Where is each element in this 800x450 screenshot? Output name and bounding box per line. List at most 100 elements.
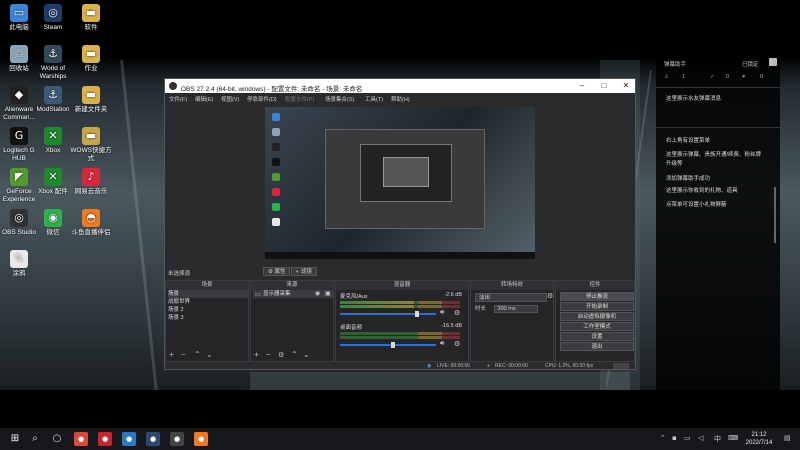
windows-start-icon[interactable]: ⊞: [8, 432, 22, 446]
volume-icon[interactable]: ◁: [698, 434, 703, 442]
start-recording-button[interactable]: 开始录制: [560, 302, 634, 311]
computer-icon: ▭: [10, 4, 28, 22]
menu-tools[interactable]: 工具(T): [365, 95, 383, 103]
desktop-volume-knob[interactable]: [390, 342, 395, 348]
scene-item[interactable]: 场景: [168, 290, 248, 298]
lock-icon[interactable]: [769, 58, 777, 66]
chat-message: 右上角有设置菜单: [666, 138, 711, 144]
cortana-icon[interactable]: ○: [50, 432, 64, 446]
stop-streaming-button[interactable]: 停止推流: [560, 292, 634, 301]
ime-indicator[interactable]: 中: [714, 434, 721, 444]
move-down-icon[interactable]: ⌄: [206, 350, 213, 359]
move-up-icon[interactable]: ⌃: [291, 350, 298, 359]
gear-icon[interactable]: ⚙: [454, 340, 460, 348]
sources-header: 来源: [251, 281, 333, 290]
scene-item[interactable]: 场景 2: [168, 306, 248, 314]
desktop-shortcut[interactable]: ▬ 软件: [68, 4, 114, 32]
desktop-shortcut[interactable]: ▬ 作业: [68, 45, 114, 73]
filters-button[interactable]: ◐ 滤镜: [291, 267, 317, 276]
source-toolbar: 未选择源 ⚙ 属性 ◐ 滤镜: [165, 265, 635, 278]
menu-edit[interactable]: 编辑(E): [195, 95, 213, 103]
menu-view[interactable]: 视图(V): [221, 95, 239, 103]
transition-duration: 时长 300 ms: [475, 305, 547, 314]
lock-status[interactable]: 已锁定: [742, 60, 759, 68]
obs-logo-icon: [169, 82, 177, 90]
nested-obs-preview-3: [383, 157, 429, 187]
minimize-icon[interactable]: –: [575, 81, 589, 91]
eye-icon[interactable]: ◉: [315, 290, 320, 297]
controls-header: 控件: [556, 281, 634, 290]
close-icon[interactable]: ✕: [619, 81, 633, 91]
menu-file[interactable]: 文件(F): [169, 95, 187, 103]
program-preview[interactable]: [265, 107, 535, 259]
live-icon: ◉: [427, 363, 432, 369]
connection-indicator: [613, 363, 629, 369]
monitor-icon: ▭: [255, 292, 261, 298]
obs-titlebar[interactable]: OBS 27.2.4 (64-bit, windows) - 配置文件: 未命名…: [165, 79, 635, 93]
notification-icon[interactable]: ▤: [784, 434, 791, 442]
desktop-shortcut-label: 涂鸦: [12, 270, 26, 277]
nested-obs-preview: [325, 129, 485, 229]
scenes-dock: 场景 场景 战舰世界 场景 2 场景 3 + − ⌃ ⌄: [165, 280, 249, 362]
duration-input[interactable]: 300 ms: [493, 305, 538, 313]
settings-button[interactable]: 设置: [560, 332, 634, 341]
move-down-icon[interactable]: ⌄: [303, 350, 310, 359]
mic-volume-knob[interactable]: [415, 311, 420, 317]
transition-select[interactable]: 淡出: [475, 293, 547, 302]
desktop-shortcut[interactable]: ▬ 新建文件夹: [68, 86, 114, 114]
menu-scene-collection[interactable]: 场景集合(S): [325, 95, 354, 103]
studio-mode-button[interactable]: 工作室模式: [560, 322, 634, 331]
tray-app-icon[interactable]: ▪: [672, 434, 677, 442]
lock-icon[interactable]: ▣: [325, 290, 331, 297]
move-up-icon[interactable]: ⌃: [194, 350, 201, 359]
warships-icon: ⚓: [44, 45, 62, 63]
app-red-icon[interactable]: ●: [98, 432, 112, 446]
chrome-icon[interactable]: ●: [74, 432, 88, 446]
network-app-icon[interactable]: ●: [122, 432, 136, 446]
add-icon[interactable]: +: [254, 350, 259, 359]
mic-volume-slider[interactable]: [340, 311, 436, 317]
status-bar: ◉ LIVE: 00:00:00 ● REC: 00:00:00 CPU: 1.…: [165, 362, 635, 370]
gear-icon[interactable]: ⚙: [454, 309, 460, 317]
scene-item[interactable]: 战舰世界: [168, 298, 248, 306]
desktop-shortcut[interactable]: ✎ 涂鸦: [0, 250, 42, 278]
desktop-shortcut-label: World of Warships: [39, 65, 67, 80]
gear-icon[interactable]: ⚙: [278, 351, 284, 359]
gear-icon[interactable]: ⚙: [547, 292, 553, 300]
maximize-icon[interactable]: □: [597, 81, 611, 91]
remove-icon[interactable]: −: [181, 350, 186, 359]
desktop-shortcut[interactable]: ◓ 斗鱼直播伴侣: [68, 209, 114, 237]
menu-help[interactable]: 帮助(H): [391, 95, 410, 103]
live-time: LIVE: 00:00:00: [437, 363, 471, 369]
obs-icon[interactable]: ●: [170, 432, 184, 446]
transitions-dock: 转场特效 淡出 ⚙ 时长 300 ms: [470, 280, 554, 362]
shortcut-icon: ▬: [82, 127, 100, 145]
properties-button[interactable]: ⚙ 属性: [263, 267, 291, 276]
add-icon[interactable]: +: [169, 350, 174, 359]
scene-item[interactable]: 场景 3: [168, 314, 248, 322]
network-icon[interactable]: ▭: [684, 434, 691, 442]
desktop-shortcut[interactable]: ♪ 网易云音乐: [68, 168, 114, 196]
keyboard-icon[interactable]: ⌨: [728, 434, 738, 442]
desktop-shortcut[interactable]: ▬ WOWS快捷方式: [68, 127, 114, 163]
desktop-volume-slider[interactable]: [340, 342, 436, 348]
obs-window: OBS 27.2.4 (64-bit, windows) - 配置文件: 未命名…: [164, 78, 636, 370]
system-clock[interactable]: 21:12 2022/7/14: [742, 431, 776, 447]
source-item[interactable]: 显示器采集: [253, 290, 333, 298]
preview-desktop-icons: [269, 113, 287, 243]
mic-level-fill: [340, 301, 415, 304]
start-virtual-camera-button[interactable]: 启动虚拟摄像机: [560, 312, 634, 321]
chevron-up-icon[interactable]: ⌃: [660, 434, 666, 442]
chat-scrollbar[interactable]: [774, 187, 776, 243]
remove-icon[interactable]: −: [266, 350, 271, 359]
mic-level-fill: [340, 305, 415, 308]
desktop-level-meter: [340, 336, 460, 339]
search-icon[interactable]: ⌕: [28, 432, 42, 446]
speaker-icon[interactable]: 🔊︎: [440, 340, 444, 348]
douyu-icon[interactable]: ●: [194, 432, 208, 446]
exit-button[interactable]: 退出: [560, 342, 634, 351]
menu-docks[interactable]: 停靠部件(D): [247, 95, 277, 103]
steam-icon[interactable]: ●: [146, 432, 160, 446]
menu-profile[interactable]: 配置文件(P): [285, 95, 314, 103]
speaker-icon[interactable]: 🔊︎: [440, 309, 444, 317]
